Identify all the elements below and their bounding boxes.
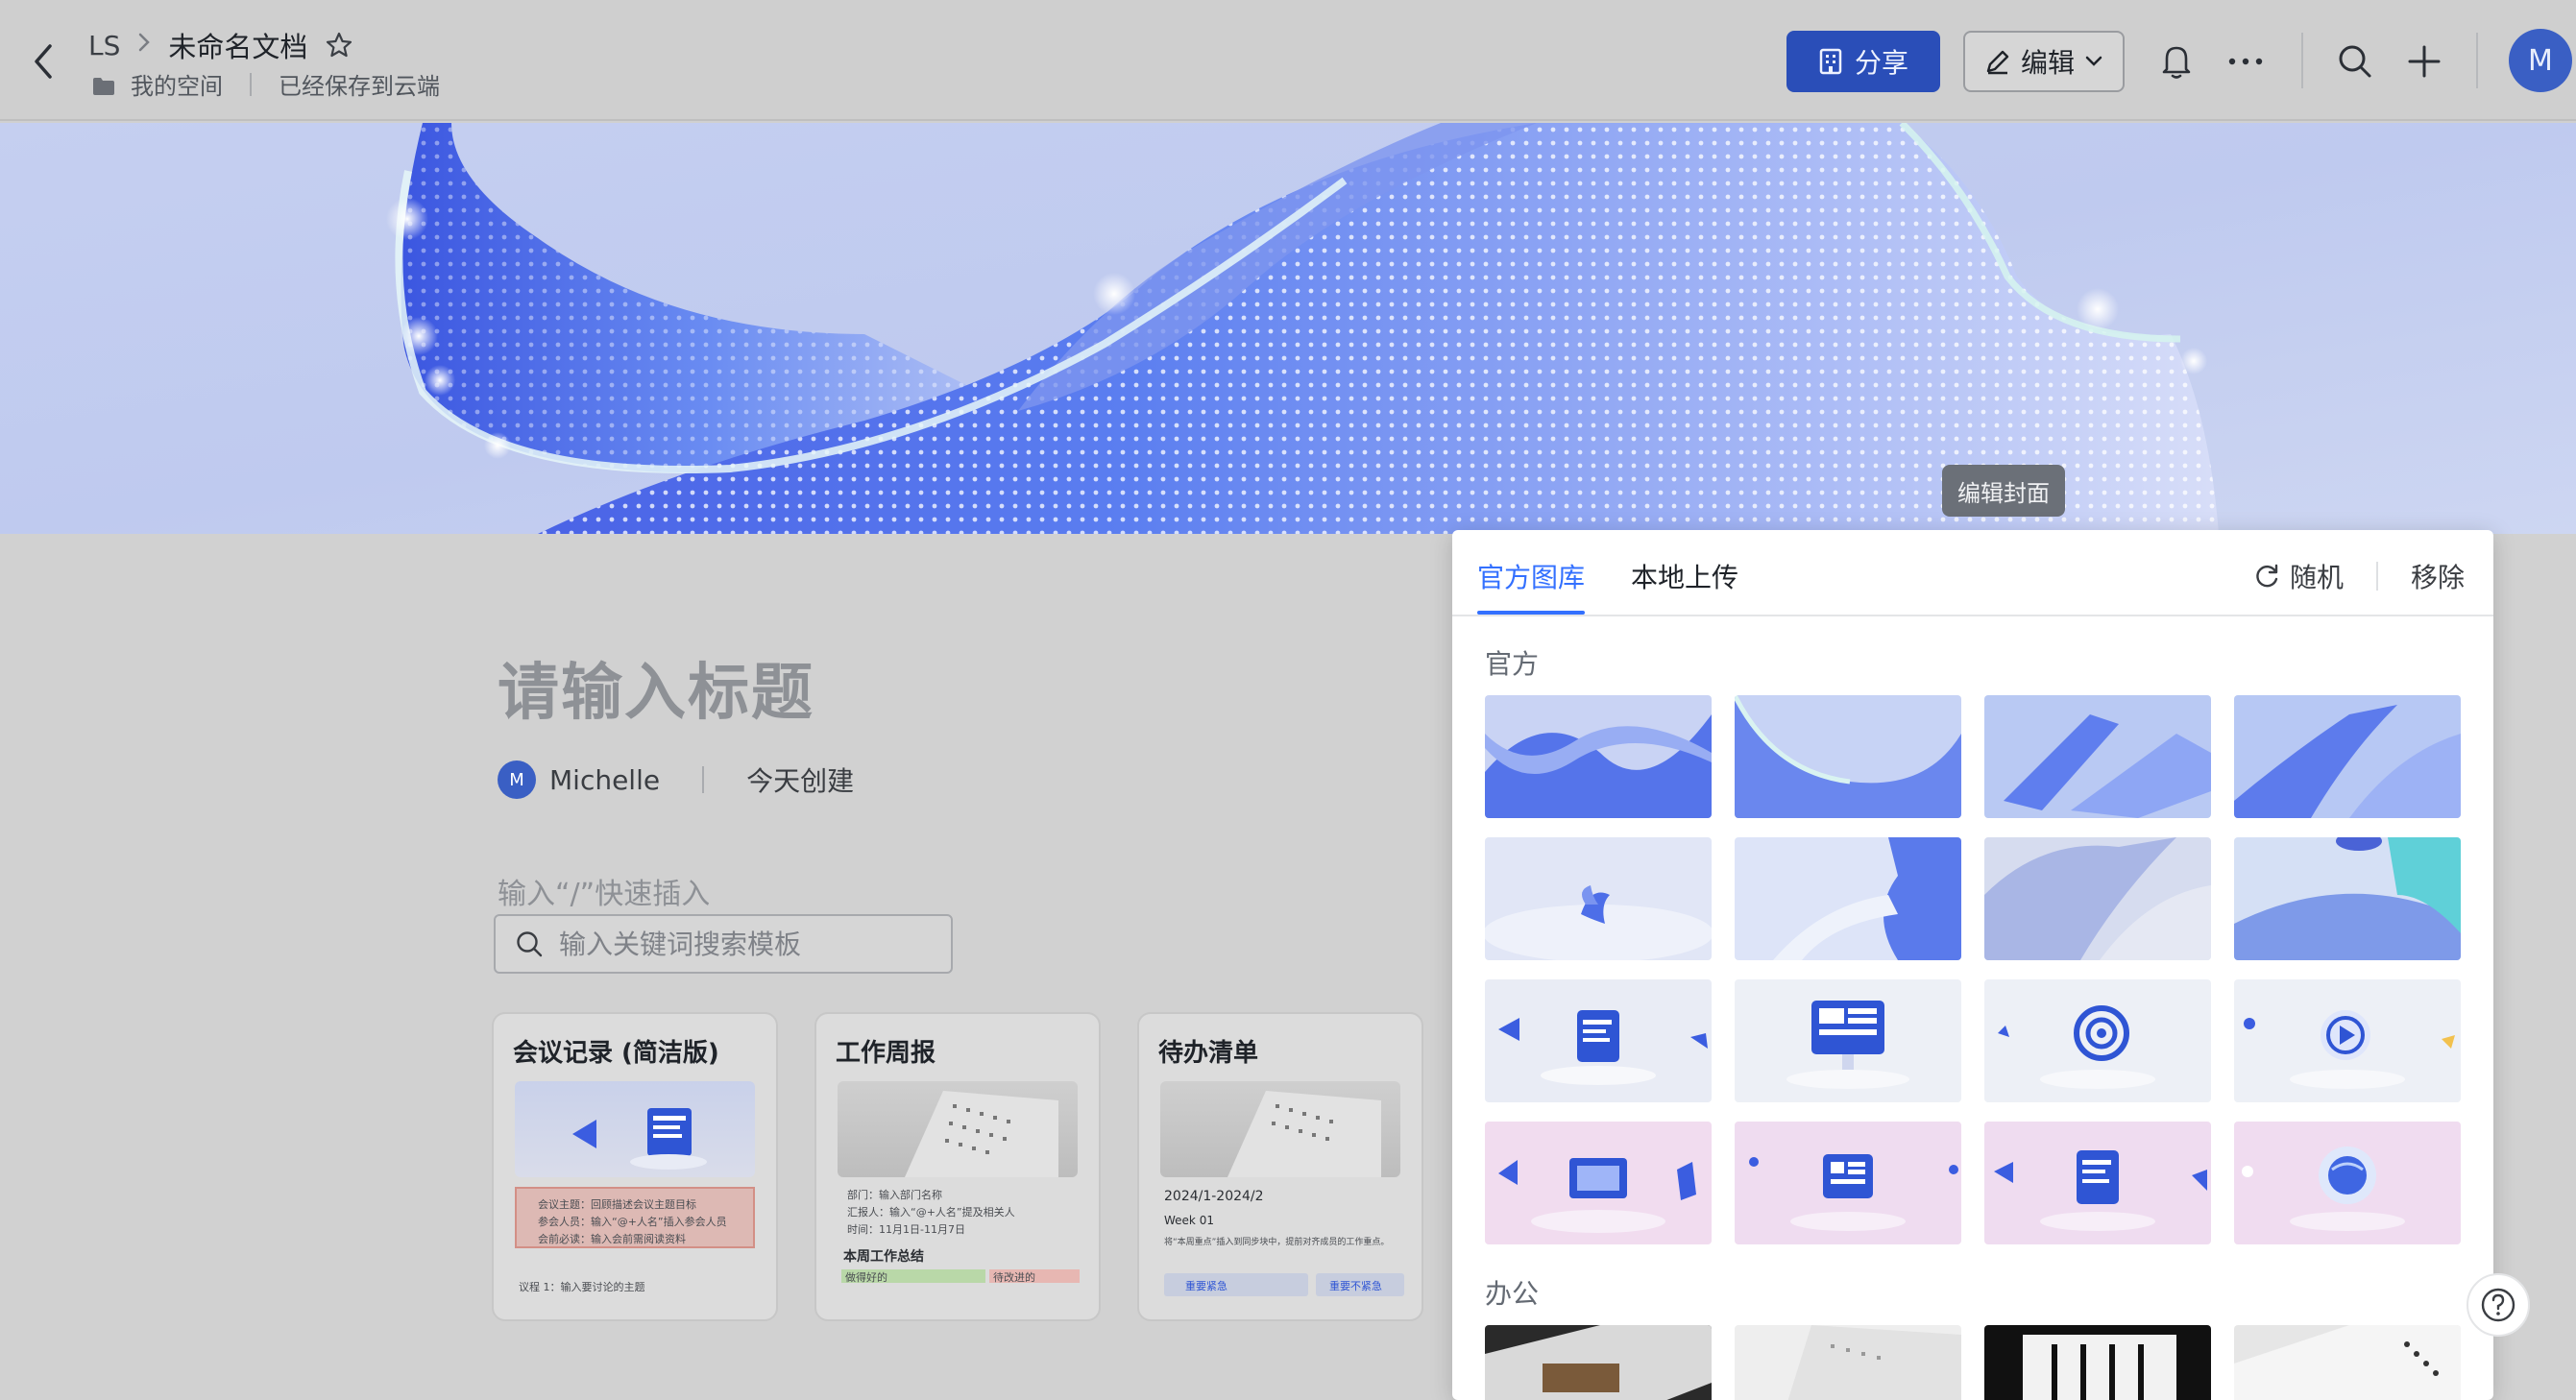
edit-mode-dropdown[interactable]: 编辑 [1963, 31, 2125, 92]
template-line: 将“本周重点”插入到同步块中，提前对齐成员的工作重点。 [1164, 1238, 1390, 1247]
author-avatar[interactable]: M [498, 760, 536, 799]
template-col-label: 待改进的 [993, 1271, 1035, 1284]
author-name[interactable]: Michelle [549, 764, 660, 796]
template-name: 工作周报 [836, 1039, 936, 1068]
cover-thumbnail[interactable] [1735, 695, 1961, 818]
edit-cover-tooltip[interactable]: 编辑封面 [1942, 465, 2065, 517]
template-tag: 重要不紧急 [1329, 1280, 1382, 1292]
edit-label: 编辑 [2020, 47, 2075, 79]
cover-thumbnail[interactable] [1735, 837, 1961, 960]
cover-picker-panel: 官方图库 本地上传 随机 移除 官方 办公 [1452, 530, 2493, 1400]
folder-icon [92, 75, 115, 95]
template-line: 会议主题：回顾描述会议主题目标 [538, 1198, 696, 1211]
panel-actions: 随机 移除 [2253, 557, 2465, 595]
template-search-input[interactable] [559, 928, 943, 960]
search-icon[interactable] [2332, 38, 2378, 84]
plus-icon[interactable] [2401, 38, 2447, 84]
cover-thumbnail[interactable] [1984, 1122, 2211, 1244]
cover-thumbnail[interactable] [1485, 979, 1712, 1102]
template-date: 2024/1-2024/2 [1164, 1189, 1264, 1204]
chevron-down-icon [2085, 56, 2102, 66]
share-label: 分享 [1854, 47, 1908, 79]
template-line: 会前必读：输入会前需阅读资料 [538, 1233, 686, 1245]
template-card-todo[interactable]: 待办清单 2024/1-2024/2 Week 01 将“本周重点”插入到同步块… [1137, 1012, 1423, 1321]
template-line: 汇报人：输入“@+人名”提及相关人 [847, 1206, 1015, 1219]
pencil-icon [1986, 50, 2009, 75]
template-name: 会议记录 (简洁版) [513, 1039, 719, 1068]
template-line: 议程 1：输入要讨论的主题 [519, 1281, 645, 1293]
save-status: 已经保存到云端 [279, 73, 440, 100]
building-icon [1819, 48, 1842, 75]
location-label[interactable]: 我的空间 [131, 67, 223, 101]
refresh-icon[interactable] [2253, 563, 2280, 590]
doc-location: 我的空间 已经保存到云端 [92, 67, 440, 101]
cover-thumbnail[interactable] [1984, 979, 2211, 1102]
cover-thumbnail[interactable] [1485, 1122, 1712, 1244]
panel-tab-bar: 官方图库 本地上传 随机 移除 [1452, 530, 2493, 616]
template-search-box[interactable] [494, 914, 953, 974]
more-icon[interactable] [2223, 38, 2269, 84]
breadcrumb-root[interactable]: LS [88, 30, 120, 61]
share-button[interactable]: 分享 [1786, 31, 1940, 92]
random-button[interactable]: 随机 [2290, 557, 2344, 595]
divider [702, 766, 705, 793]
cover-image[interactable] [0, 123, 2576, 534]
section-office-label: 办公 [1485, 1278, 1540, 1310]
official-cover-grid [1485, 695, 2461, 1244]
template-section: 本周工作总结 [843, 1249, 924, 1265]
tab-official-gallery[interactable]: 官方图库 [1477, 557, 1585, 595]
divider [250, 72, 252, 96]
cover-thumbnail[interactable] [1735, 979, 1961, 1102]
section-official-label: 官方 [1485, 648, 1540, 680]
cover-thumbnail[interactable] [1485, 1325, 1712, 1400]
cover-thumbnail[interactable] [2234, 1325, 2461, 1400]
remove-button[interactable]: 移除 [2411, 557, 2465, 595]
cover-thumbnail[interactable] [2234, 837, 2461, 960]
tab-local-upload[interactable]: 本地上传 [1631, 557, 1738, 595]
back-icon[interactable] [25, 38, 63, 84]
cover-thumbnail[interactable] [2234, 695, 2461, 818]
template-tag: 重要紧急 [1185, 1280, 1227, 1292]
insert-hint: 输入“/”快速插入 [498, 878, 711, 911]
cover-thumbnail[interactable] [1485, 695, 1712, 818]
cover-thumbnail[interactable] [1984, 1325, 2211, 1400]
template-line: 部门：输入部门名称 [847, 1189, 942, 1201]
cover-thumbnail[interactable] [1984, 695, 2211, 818]
cover-thumbnail[interactable] [2234, 979, 2461, 1102]
chevron-right-icon [137, 31, 151, 60]
search-icon [517, 931, 543, 957]
template-thumbnail [838, 1081, 1078, 1177]
cover-wave-illustration [0, 123, 2576, 534]
cover-thumbnail[interactable] [1984, 837, 2211, 960]
template-card-meeting[interactable]: 会议记录 (简洁版) 会议主题：回顾描述会议主题目标 参会人员：输入“@+人名”… [492, 1012, 778, 1321]
bell-icon[interactable] [2153, 38, 2199, 84]
template-thumbnail [515, 1081, 755, 1177]
cover-thumbnail[interactable] [2234, 1122, 2461, 1244]
divider [2476, 33, 2478, 88]
author-line: M Michelle 今天创建 [498, 760, 854, 799]
cover-thumbnail[interactable] [1485, 837, 1712, 960]
template-week: Week 01 [1164, 1214, 1214, 1227]
template-line: 时间：11月1日-11月7日 [847, 1223, 965, 1236]
breadcrumb: LS 未命名文档 [88, 25, 353, 65]
divider [2301, 33, 2303, 88]
top-bar: LS 未命名文档 我的空间 已经保存到云端 分享 编辑 M [0, 0, 2576, 121]
help-icon[interactable] [2467, 1273, 2530, 1337]
template-card-weekly-report[interactable]: 工作周报 部门：输入部门名称 汇报人：输入“@+人名”提及相关人 时间：11月1… [814, 1012, 1101, 1321]
document-title[interactable]: 未命名文档 [168, 25, 307, 65]
office-cover-grid [1485, 1325, 2461, 1400]
divider [2375, 562, 2378, 591]
template-line: 参会人员：输入“@+人名”插入参会人员 [538, 1216, 727, 1228]
cover-thumbnail[interactable] [1735, 1122, 1961, 1244]
template-col-label: 做得好的 [845, 1271, 887, 1284]
cover-thumbnail[interactable] [1735, 1325, 1961, 1400]
created-time: 今天创建 [746, 765, 855, 797]
user-avatar[interactable]: M [2509, 29, 2572, 92]
title-placeholder[interactable]: 请输入标题 [498, 643, 814, 732]
star-icon[interactable] [325, 31, 353, 60]
active-tab-indicator [1477, 611, 1585, 615]
template-thumbnail [1160, 1081, 1400, 1177]
template-name: 待办清单 [1158, 1039, 1259, 1068]
